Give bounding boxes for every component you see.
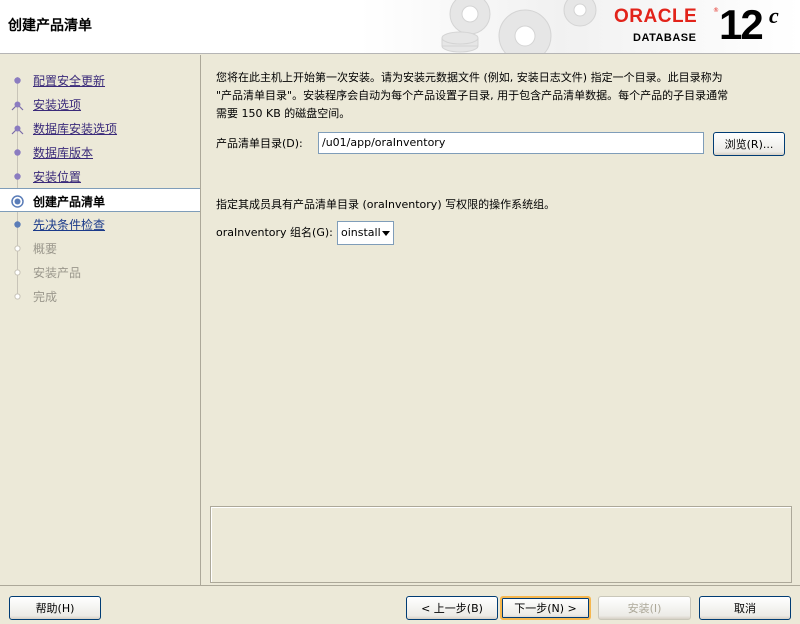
steps-sidebar: 配置安全更新 安装选项数据库安装选项 数据库版本安装位置创建产品清单 先决条件检查 概要… — [0, 55, 201, 585]
sidebar-step: 概要 — [0, 236, 200, 260]
sidebar-step-label: 配置安全更新 — [33, 74, 106, 88]
sidebar-step[interactable]: 数据库版本 — [0, 140, 200, 164]
main-panel: 您将在此主机上开始第一次安装。请为安装元数据文件 (例如, 安装日志文件) 指定… — [202, 55, 800, 585]
version-number: 12 — [719, 1, 764, 48]
sidebar-step[interactable]: 安装选项 — [0, 92, 200, 116]
header-banner: 创建产品清单 ORACLE ® DATABASE 12 c — [0, 0, 800, 54]
sidebar-step-label: 创建产品清单 — [33, 195, 106, 209]
browse-button[interactable]: 浏览(R)... — [713, 132, 785, 156]
version-suffix: c — [769, 3, 779, 28]
intro-line: "产品清单目录"。安装程序会自动为每个产品设置子目录, 用于包含产品清单数据。每… — [216, 89, 729, 102]
group-name-label: oraInventory 组名(G): — [216, 226, 333, 239]
step-dot-icon — [14, 173, 21, 180]
step-branch-icon — [11, 125, 24, 135]
inventory-directory-label: 产品清单目录(D): — [216, 137, 303, 150]
sidebar-step-label: 安装选项 — [33, 98, 82, 112]
sidebar-step[interactable]: 数据库安装选项 — [0, 116, 200, 140]
inventory-directory-input[interactable]: /u01/app/oraInventory — [318, 132, 704, 154]
step-dot-icon — [14, 221, 21, 228]
step-dot-icon — [14, 77, 21, 84]
install-button: 安装(I) — [598, 596, 691, 620]
next-button[interactable]: 下一步(N) > — [500, 596, 591, 620]
sidebar-step-label: 安装位置 — [33, 170, 82, 184]
cancel-button[interactable]: 取消 — [699, 596, 791, 620]
chevron-down-icon[interactable] — [382, 231, 390, 236]
footer-bar: 帮助(H) < 上一步(B) 下一步(N) > 安装(I) 取消 — [0, 585, 800, 624]
step-branch-icon — [11, 101, 24, 111]
intro-text: 您将在此主机上开始第一次安装。请为安装元数据文件 (例如, 安装日志文件) 指定… — [216, 69, 786, 123]
step-pending-icon — [14, 269, 21, 276]
group-name-value: oinstall — [341, 226, 381, 239]
sidebar-step[interactable]: 先决条件检查 — [0, 212, 200, 236]
step-pending-icon — [14, 245, 21, 252]
step-current-icon — [11, 195, 24, 208]
intro-line: 需要 150 KB 的磁盘空间。 — [216, 107, 351, 120]
step-pending-icon — [14, 293, 21, 300]
oracle-logo: ORACLE — [614, 6, 698, 27]
back-button[interactable]: < 上一步(B) — [406, 596, 498, 620]
intro-line: 您将在此主机上开始第一次安装。请为安装元数据文件 (例如, 安装日志文件) 指定… — [216, 71, 723, 84]
database-label: DATABASE — [633, 32, 697, 44]
group-description: 指定其成员具有产品清单目录 (oraInventory) 写权限的操作系统组。 — [216, 198, 556, 211]
sidebar-step-label: 数据库安装选项 — [33, 122, 118, 136]
sidebar-step-label: 概要 — [33, 242, 58, 256]
help-button[interactable]: 帮助(H) — [9, 596, 101, 620]
page-title: 创建产品清单 — [8, 18, 92, 34]
sidebar-step[interactable]: 配置安全更新 — [0, 68, 200, 92]
gears-decoration-icon — [441, 0, 597, 53]
sidebar-step[interactable]: 安装位置 — [0, 164, 200, 188]
sidebar-step-label: 完成 — [33, 290, 58, 304]
sidebar-step: 安装产品 — [0, 260, 200, 284]
group-name-select[interactable]: oinstall — [337, 221, 394, 245]
sidebar-step-label: 数据库版本 — [33, 146, 94, 160]
sidebar-step-label: 先决条件检查 — [33, 218, 106, 232]
sidebar-step-label: 安装产品 — [33, 266, 82, 280]
sidebar-step[interactable]: 创建产品清单 — [0, 188, 200, 212]
sidebar-step: 完成 — [0, 284, 200, 308]
step-dot-icon — [14, 149, 21, 156]
message-panel — [210, 506, 792, 583]
